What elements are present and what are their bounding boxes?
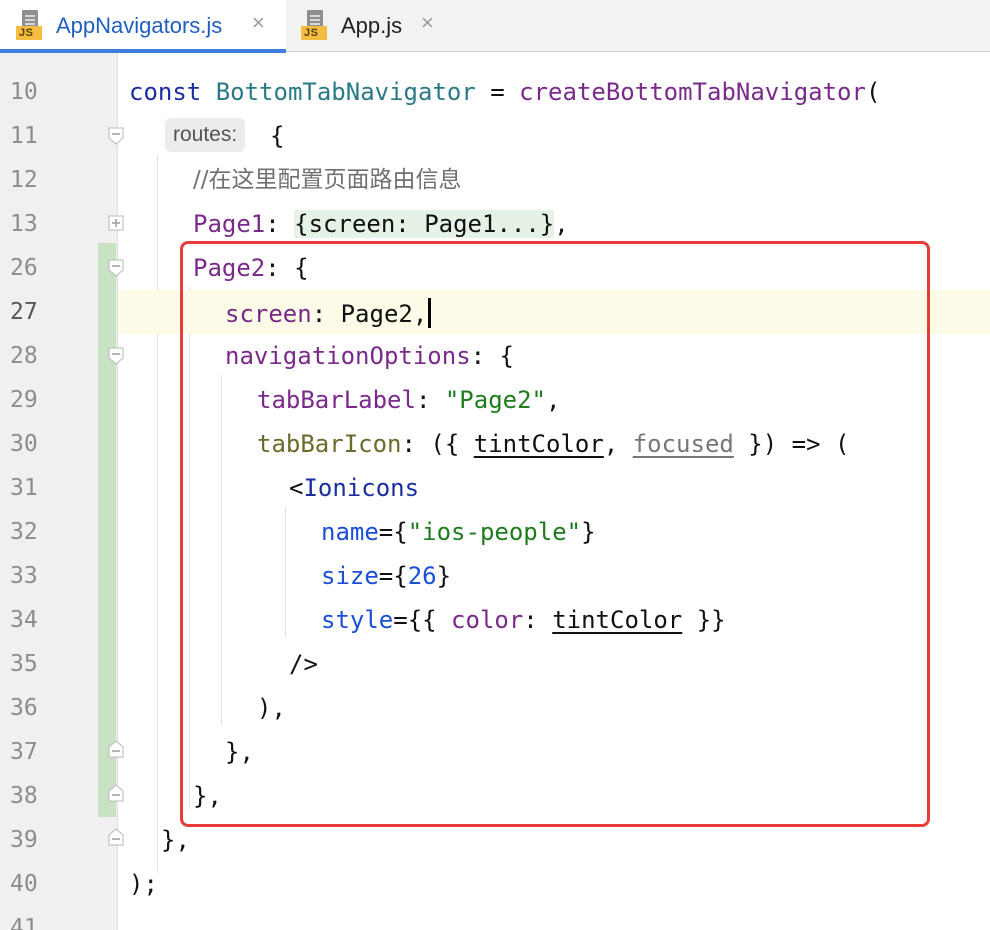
line-number: 39 [10,827,38,853]
code-text: }, [161,826,190,854]
code-line: 12 //在这里配置页面路由信息 [0,158,990,202]
code-text: ); [129,870,158,898]
tab-label: AppNavigators.js [56,13,223,38]
code-line: 41 [0,906,990,930]
comment: //在这里配置页面路由信息 [193,167,462,193]
close-tab-icon[interactable]: × [421,10,434,36]
line-number: 27 [10,299,38,325]
code-text: { [270,122,285,150]
fold-expand-icon[interactable] [108,215,124,233]
fold-close-icon[interactable] [108,740,124,758]
line-number: 13 [10,211,38,237]
line-number: 38 [10,783,38,809]
line-number: 36 [10,695,38,721]
highlight-annotation-box [180,241,930,827]
parameter-hint: routes: [165,118,246,152]
code-text: const BottomTabNavigator = createBottomT… [129,78,881,106]
fold-open-icon[interactable] [108,127,124,145]
tab-appnavigators-js[interactable]: JS AppNavigators.js × [0,0,286,53]
fold-open-icon[interactable] [108,347,124,365]
folded-region[interactable]: {screen: Page1...} [294,210,555,238]
line-number: 29 [10,387,38,413]
line-number: 34 [10,607,38,633]
line-number: 10 [10,79,38,105]
line-number: 41 [10,915,38,930]
editor-tab-bar: JS AppNavigators.js × JS App.js × [0,0,990,53]
fold-close-icon[interactable] [108,784,124,802]
code-line: 11 routes: { [0,114,990,158]
code-line: 40 ); [0,862,990,906]
line-number: 31 [10,475,38,501]
js-file-icon: JS [16,10,42,40]
code-editor[interactable]: 10 const BottomTabNavigator = createBott… [0,53,990,930]
code-line: 13 Page1: {screen: Page1...}, [0,202,990,246]
fold-close-icon[interactable] [108,828,124,846]
js-file-icon: JS [301,10,327,40]
close-tab-icon[interactable]: × [252,10,265,36]
line-number: 30 [10,431,38,457]
line-number: 35 [10,651,38,677]
tab-label: App.js [341,13,403,38]
tab-app-js[interactable]: JS App.js × [287,0,455,52]
line-number: 32 [10,519,38,545]
code-text: Page1: {screen: Page1...}, [193,210,569,238]
line-number: 28 [10,343,38,369]
line-number: 37 [10,739,38,765]
line-number: 26 [10,255,38,281]
line-number: 12 [10,167,38,193]
line-number: 33 [10,563,38,589]
line-number: 40 [10,871,38,897]
fold-open-icon[interactable] [108,259,124,277]
code-line: 10 const BottomTabNavigator = createBott… [0,70,990,114]
line-number: 11 [10,123,38,149]
